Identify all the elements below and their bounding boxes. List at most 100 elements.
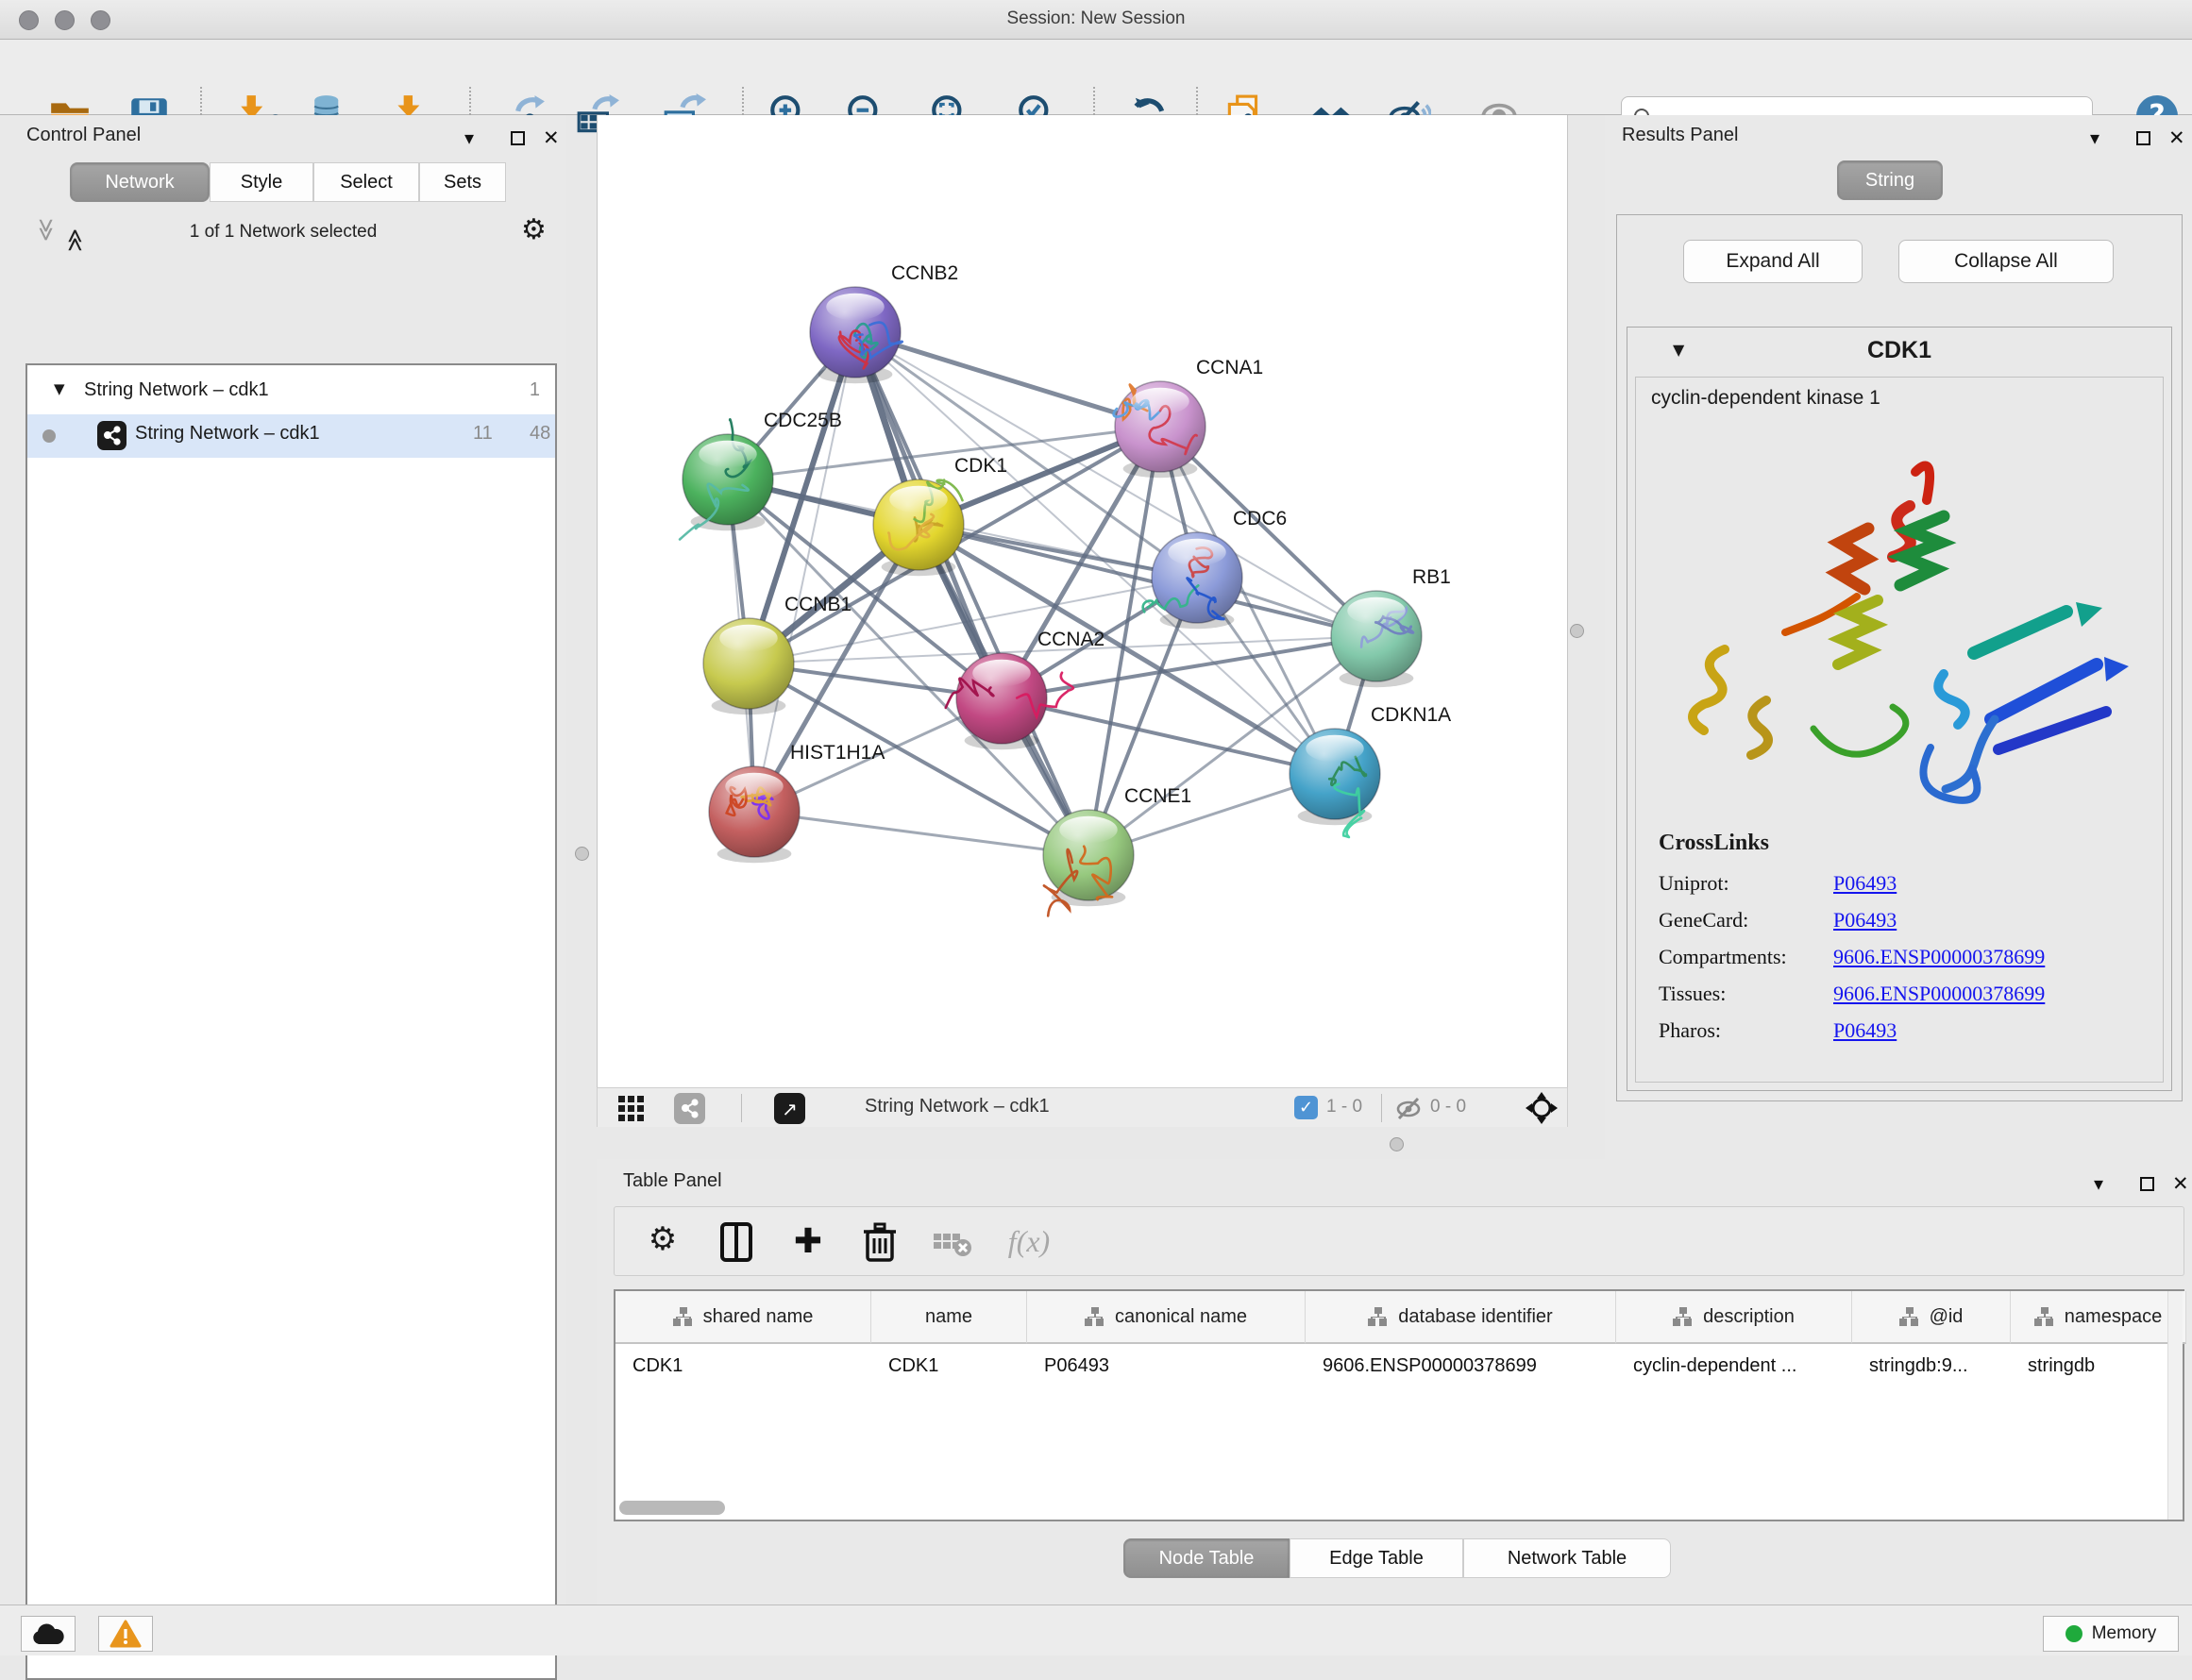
cell-description[interactable]: cyclin-dependent ... [1616,1346,1852,1386]
column-header-shared-name[interactable]: shared name [615,1291,871,1344]
expand-all-button[interactable]: Expand All [1683,240,1863,283]
network-node-ccna1[interactable]: CCNA1 [1114,357,1264,478]
column-header-name[interactable]: name [871,1291,1027,1344]
network-node-ccnb2[interactable]: CCNB2 [810,262,958,383]
separator [741,1094,742,1122]
tab-sets[interactable]: Sets [419,162,506,202]
network-share-icon[interactable] [674,1093,705,1124]
node-label: CCNA2 [1037,629,1104,650]
cell-namespace[interactable]: stringdb [2011,1346,2186,1386]
right-splitter-handle[interactable] [1570,624,1584,638]
memory-button[interactable]: Memory [2043,1616,2179,1652]
tab-style[interactable]: Style [210,162,313,202]
crosslink-label: Uniprot: [1659,871,1833,896]
control-panel-float-icon[interactable]: ▾ [464,126,474,149]
tab-network[interactable]: Network [70,162,210,202]
main-toolbar: ? [0,40,2192,115]
network-selected-status: 1 of 1 Network selected [113,222,453,243]
results-panel-maximize-icon[interactable] [2136,131,2150,145]
cell--id[interactable]: stringdb:9... [1852,1346,2011,1386]
column-header--id[interactable]: @id [1852,1291,2011,1344]
column-header-description[interactable]: description [1616,1291,1852,1344]
delete-table-icon[interactable] [930,1220,973,1264]
hidden-count: 0 - 0 [1430,1097,1466,1117]
left-splitter-handle[interactable] [575,847,589,861]
function-builder-icon[interactable]: f(x) [996,1220,1062,1264]
column-header-namespace[interactable]: namespace [2011,1291,2186,1344]
crosslinks-title: CrossLinks [1659,831,2150,856]
control-panel-close-icon[interactable]: ✕ [543,126,560,149]
network-tree: ▼ String Network – cdk1 1 String Network… [25,363,557,1680]
results-panel-float-icon[interactable]: ▾ [2090,126,2099,149]
network-name: String Network – cdk1 [135,423,320,445]
window-close-button[interactable] [19,10,39,30]
column-header-database-identifier[interactable]: database identifier [1306,1291,1616,1344]
node-label: CDK1 [954,455,1007,477]
selected-checkbox-icon[interactable]: ✓ [1294,1096,1318,1119]
node-table[interactable]: shared namenamecanonical namedatabase id… [614,1289,2184,1521]
tab-select[interactable]: Select [313,162,419,202]
table-panel-close-icon[interactable]: ✕ [2172,1172,2189,1195]
table-panel-float-icon[interactable]: ▾ [2094,1172,2103,1195]
show-columns-icon[interactable] [715,1220,758,1264]
status-bar: Memory [0,1604,2192,1655]
add-column-icon[interactable]: ✚ [786,1220,830,1264]
network-node-hist1h1a[interactable]: HIST1H1A [709,742,885,863]
collapse-all-button[interactable]: Collapse All [1898,240,2114,283]
collection-expand-icon[interactable]: ▼ [54,380,65,397]
network-type-icon [97,421,126,450]
column-header-canonical-name[interactable]: canonical name [1027,1291,1306,1344]
table-settings-gear-icon[interactable]: ⚙ [641,1220,684,1264]
tab-node-table[interactable]: Node Table [1123,1538,1290,1578]
open-in-window-icon[interactable]: ↗ [774,1093,805,1124]
grid-view-icon[interactable] [618,1096,644,1121]
network-node-cdc25b[interactable]: CDC25B [680,410,842,540]
network-collection-row[interactable]: ▼ String Network – cdk1 1 [27,371,555,414]
cloud-button[interactable] [21,1616,76,1652]
table-panel-maximize-icon[interactable] [2140,1177,2154,1191]
crosslink-link[interactable]: P06493 [1833,871,1897,896]
entry-description: cyclin-dependent kinase 1 [1651,387,1880,410]
results-panel-content: Expand All Collapse All ▼ CDK1 cyclin-de… [1616,214,2183,1101]
table-splitter-handle[interactable] [1390,1137,1404,1151]
hidden-eye-icon[interactable] [1395,1095,1424,1121]
network-node-ccnb1[interactable]: CCNB1 [703,594,852,714]
crosslink-link[interactable]: 9606.ENSP00000378699 [1833,945,2045,969]
control-panel-maximize-icon[interactable] [511,131,525,145]
cell-canonical-name[interactable]: P06493 [1027,1346,1306,1386]
network-node-cdkn1a[interactable]: CDKN1A [1290,704,1451,837]
control-panel: Control Panel ▾ ✕ NetworkStyleSelectSets… [0,115,566,1604]
table-horizontal-scrollbar[interactable] [619,1501,725,1515]
table-panel-title: Table Panel [623,1170,722,1192]
delete-column-icon[interactable] [858,1220,902,1264]
crosslink-link[interactable]: 9606.ENSP00000378699 [1833,982,2045,1006]
network-options-gear-icon[interactable]: ⚙ [521,213,547,246]
tab-edge-table[interactable]: Edge Table [1290,1538,1463,1578]
warning-button[interactable] [98,1616,153,1652]
cell-database-identifier[interactable]: 9606.ENSP00000378699 [1306,1346,1616,1386]
expand-all-icon[interactable]: ≫ [61,218,90,252]
window-zoom-button[interactable] [91,10,110,30]
cell-shared-name[interactable]: CDK1 [615,1346,871,1386]
crosslink-link[interactable]: P06493 [1833,1018,1897,1043]
collection-count: 1 [530,379,540,401]
collapse-all-icon[interactable]: ≫ [31,218,59,252]
results-panel-close-icon[interactable]: ✕ [2168,126,2185,149]
cell-name[interactable]: CDK1 [871,1346,1027,1386]
window-minimize-button[interactable] [55,10,75,30]
birds-eye-view-icon[interactable] [1525,1091,1559,1125]
tab-network-table[interactable]: Network Table [1463,1538,1671,1578]
crosslink-link[interactable]: P06493 [1833,908,1897,932]
network-node-cdk1[interactable]: CDK1 [873,455,1007,576]
entry-details: cyclin-dependent kinase 1 [1635,377,2164,1083]
network-canvas[interactable]: CCNB2CCNA1CDC25BCDK1CDC6RB1CCNB1CCNA2CDK… [597,115,1568,1087]
node-label: CDC25B [764,410,842,431]
collection-name: String Network – cdk1 [84,379,269,401]
network-row[interactable]: String Network – cdk1 11 48 [27,414,555,458]
node-label: RB1 [1412,566,1451,588]
org-chart-icon [1368,1307,1389,1326]
table-vertical-scrollbar[interactable] [2167,1291,2183,1520]
results-panel: Results Panel ▾ ✕ String Expand All Coll… [1605,115,2192,1159]
network-node-rb1[interactable]: RB1 [1331,566,1451,687]
tab-string[interactable]: String [1837,160,1943,200]
